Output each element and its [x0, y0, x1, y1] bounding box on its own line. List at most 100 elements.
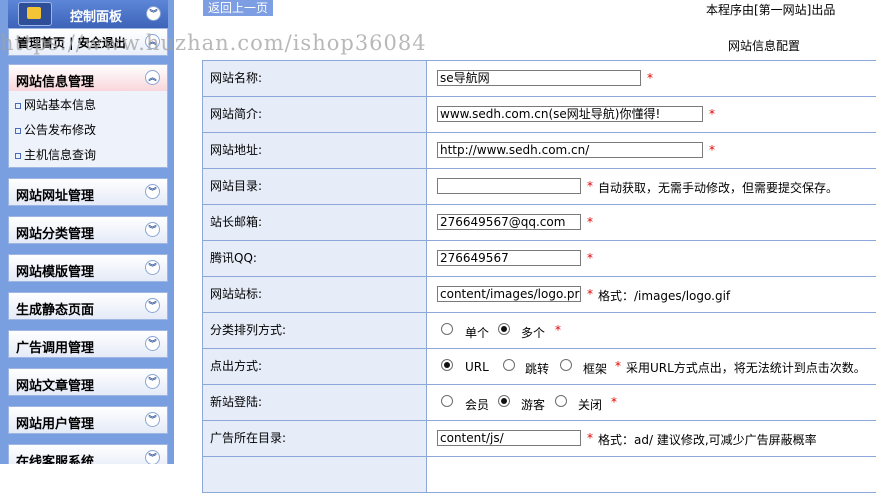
form-row-next — [202, 457, 876, 493]
required-mark: * — [709, 107, 715, 121]
admin-home-logout-links[interactable]: 管理首页 | 安全退出 — [17, 34, 126, 51]
click-frame-radio[interactable] — [560, 359, 572, 371]
top-bar: 返回上一页 本程序由[第一网站]出品 — [174, 0, 876, 32]
page-title: 网站信息配置 — [728, 39, 801, 53]
sidebar-item-site-basic-info[interactable]: 网站基本信息 — [15, 96, 96, 113]
chevron-down-icon[interactable]: ︾ — [145, 260, 160, 275]
required-mark: * — [587, 215, 593, 229]
site-dir-label: 网站目录: — [203, 169, 427, 204]
bullet-icon — [15, 127, 21, 134]
click-mode-label: 点出方式: — [203, 349, 427, 384]
click-url-label: URL — [465, 360, 489, 374]
chevron-down-icon[interactable]: ︾ — [145, 374, 160, 389]
chevron-down-icon[interactable]: ︾ — [146, 6, 161, 21]
qq-label: 腾讯QQ: — [203, 241, 427, 276]
qq-input[interactable]: 276649567 — [437, 250, 581, 266]
site-url-input[interactable]: http://www.sedh.com.cn/ — [437, 142, 703, 158]
sidebar: 控制面板 ︾ 管理首页 | 安全退出 ︽ 网站信息管理 ︽ 网站基本信息 公告发… — [0, 0, 174, 464]
sort-multiple-label: 多个 — [521, 326, 546, 340]
click-redirect-label: 跳转 — [525, 362, 550, 376]
form-row-ad-dir: 广告所在目录: content/js/ * 格式：ad/ 建议修改,可减少广告屏… — [202, 421, 876, 457]
required-mark: * — [615, 359, 621, 373]
login-guest-radio[interactable] — [498, 395, 510, 407]
bullet-icon — [15, 102, 21, 109]
chevron-down-icon[interactable]: ︾ — [145, 298, 160, 313]
site-name-label: 网站名称: — [203, 61, 427, 96]
required-mark: * — [555, 323, 561, 337]
sort-single-label: 单个 — [465, 326, 490, 340]
sort-multiple-radio[interactable] — [498, 323, 510, 335]
sidebar-group-header[interactable]: 网站信息管理 ︽ — [9, 65, 167, 91]
chevron-up-icon[interactable]: ︽ — [145, 70, 160, 85]
login-closed-label: 关闭 — [578, 398, 603, 412]
logo-note: 格式：/images/logo.gif — [598, 289, 731, 303]
ad-dir-input[interactable]: content/js/ — [437, 430, 581, 446]
email-input[interactable]: 276649567@qq.com — [437, 214, 581, 230]
sidebar-group-site-info: 网站信息管理 ︽ 网站基本信息 公告发布修改 主机信息查询 — [8, 64, 168, 168]
site-dir-note: 自动获取，无需手动修改，但需要提交保存。 — [598, 181, 839, 195]
sidebar-group-article-manage[interactable]: 网站文章管理 ︾ — [8, 368, 168, 396]
sidebar-item-notice-edit[interactable]: 公告发布修改 — [15, 121, 96, 138]
form-row-qq: 腾讯QQ: 276649567 * — [202, 241, 876, 277]
form-row-logo: 网站站标: content/images/logo.pr * 格式：/image… — [202, 277, 876, 313]
sidebar-group-ad-manage[interactable]: 广告调用管理 ︾ — [8, 330, 168, 358]
login-member-radio[interactable] — [441, 395, 453, 407]
sidebar-group-category-manage[interactable]: 网站分类管理 ︾ — [8, 216, 168, 244]
ad-dir-note: 格式：ad/ 建议修改,可减少广告屏蔽概率 — [598, 433, 817, 447]
required-mark: * — [587, 431, 593, 445]
site-intro-input[interactable]: www.sedh.com.cn(se网址导航)你懂得! — [437, 106, 703, 122]
required-mark: * — [587, 287, 593, 301]
chevron-down-icon[interactable]: ︾ — [145, 184, 160, 199]
sidebar-group-user-manage[interactable]: 网站用户管理 ︾ — [8, 406, 168, 434]
form-row-site-intro: 网站简介: www.sedh.com.cn(se网址导航)你懂得! * — [202, 97, 876, 133]
sidebar-group-url-manage[interactable]: 网站网址管理 ︾ — [8, 178, 168, 206]
sidebar-group-online-service[interactable]: 在线客服系统 ︾ — [8, 444, 168, 464]
click-frame-label: 框架 — [583, 362, 608, 376]
click-mode-note: 采用URL方式点出，将无法统计到点击次数。 — [626, 361, 866, 375]
control-panel-header: 控制面板 ︾ — [8, 0, 168, 28]
bullet-icon — [15, 152, 21, 159]
chevron-down-icon[interactable]: ︾ — [145, 450, 160, 464]
logo-input[interactable]: content/images/logo.pr — [437, 286, 581, 302]
sort-single-radio[interactable] — [441, 323, 453, 335]
chevron-down-icon[interactable]: ︾ — [145, 412, 160, 427]
new-site-login-label: 新站登陆: — [203, 385, 427, 420]
sidebar-group-static-pages[interactable]: 生成静态页面 ︾ — [8, 292, 168, 320]
form-row-click-mode: 点出方式: URL 跳转 框架 * 采用URL方式点出，将无法统计到点击次数。 — [202, 349, 876, 385]
click-redirect-radio[interactable] — [503, 359, 515, 371]
sidebar-item-host-info[interactable]: 主机信息查询 — [15, 146, 96, 163]
form-row-email: 站长邮箱: 276649567@qq.com * — [202, 205, 876, 241]
control-panel-icon — [18, 2, 52, 26]
form-row-new-site-login: 新站登陆: 会员 游客 关闭 * — [202, 385, 876, 421]
site-url-label: 网站地址: — [203, 133, 427, 168]
form-row-site-name: 网站名称: se导航网 * — [202, 61, 876, 97]
chevron-down-icon[interactable]: ︾ — [145, 336, 160, 351]
email-label: 站长邮箱: — [203, 205, 427, 240]
form-row-site-url: 网站地址: http://www.sedh.com.cn/ * — [202, 133, 876, 169]
form-row-sort-mode: 分类排列方式: 单个 多个 * — [202, 313, 876, 349]
required-mark: * — [587, 251, 593, 265]
sidebar-group-title: 网站信息管理 — [16, 75, 95, 90]
control-panel-title: 控制面板 — [70, 10, 123, 25]
login-member-label: 会员 — [465, 398, 490, 412]
click-url-radio[interactable] — [441, 359, 453, 371]
chevron-up-icon[interactable]: ︽ — [145, 34, 160, 49]
sort-mode-label: 分类排列方式: — [203, 313, 427, 348]
login-closed-radio[interactable] — [555, 395, 567, 407]
required-mark: * — [587, 179, 593, 193]
required-mark: * — [647, 71, 653, 85]
logo-label: 网站站标: — [203, 277, 427, 312]
form-row-site-dir: 网站目录: * 自动获取，无需手动修改，但需要提交保存。 — [202, 169, 876, 205]
sidebar-quick-links: 管理首页 | 安全退出 ︽ — [8, 28, 168, 56]
required-mark: * — [611, 395, 617, 409]
site-dir-input[interactable] — [437, 178, 581, 194]
sidebar-group-template-manage[interactable]: 网站模版管理 ︾ — [8, 254, 168, 282]
site-name-input[interactable]: se导航网 — [437, 70, 641, 86]
site-config-form: 网站名称: se导航网 * 网站简介: www.sedh.com.cn(se网址… — [202, 60, 876, 493]
ad-dir-label: 广告所在目录: — [203, 421, 427, 456]
chevron-down-icon[interactable]: ︾ — [145, 222, 160, 237]
required-mark: * — [709, 143, 715, 157]
back-button[interactable]: 返回上一页 — [203, 0, 273, 16]
next-row-label — [203, 457, 427, 492]
site-intro-label: 网站简介: — [203, 97, 427, 132]
